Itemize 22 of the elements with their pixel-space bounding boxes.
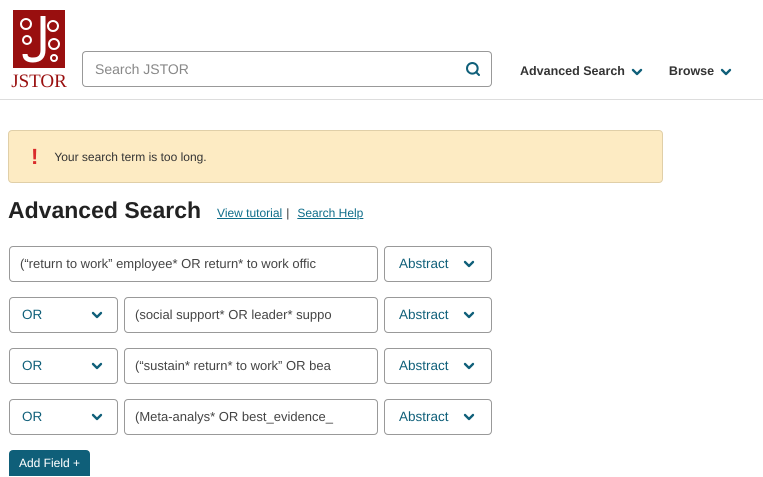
link-separator: | xyxy=(286,205,290,222)
add-field-button[interactable]: Add Field + xyxy=(9,450,90,476)
field-select[interactable]: Abstract xyxy=(384,348,492,384)
query-field[interactable]: (“sustain* return* to work” OR bea xyxy=(124,348,378,384)
alert-icon: ! xyxy=(31,140,38,173)
operator-select[interactable]: OR xyxy=(9,348,118,384)
tutorial-link[interactable]: View tutorial xyxy=(217,204,282,222)
field-select[interactable]: Abstract xyxy=(384,399,492,435)
query-field[interactable]: (social support* OR leader* suppo xyxy=(124,297,378,333)
operator-select[interactable]: OR xyxy=(9,399,118,435)
query-field[interactable]: (Meta-analys* OR best_evidence_ xyxy=(124,399,378,435)
nav-menu[interactable]: Browse xyxy=(668,62,734,81)
field-select[interactable]: Abstract xyxy=(384,297,492,333)
help-link[interactable]: Search Help xyxy=(297,204,364,222)
alert-message: Your search term is too long. xyxy=(54,148,207,166)
query-field[interactable]: (“return to work” employee* OR return* to work offic xyxy=(9,246,378,282)
logo-wordmark: JSTOR xyxy=(11,72,67,91)
logo-emblem-icon xyxy=(13,10,65,68)
operator-select[interactable]: OR xyxy=(9,297,118,333)
nav-menu[interactable]: Advanced Search xyxy=(520,62,645,81)
page-title: Advanced Search xyxy=(8,199,202,222)
field-select[interactable]: Abstract xyxy=(384,246,492,282)
